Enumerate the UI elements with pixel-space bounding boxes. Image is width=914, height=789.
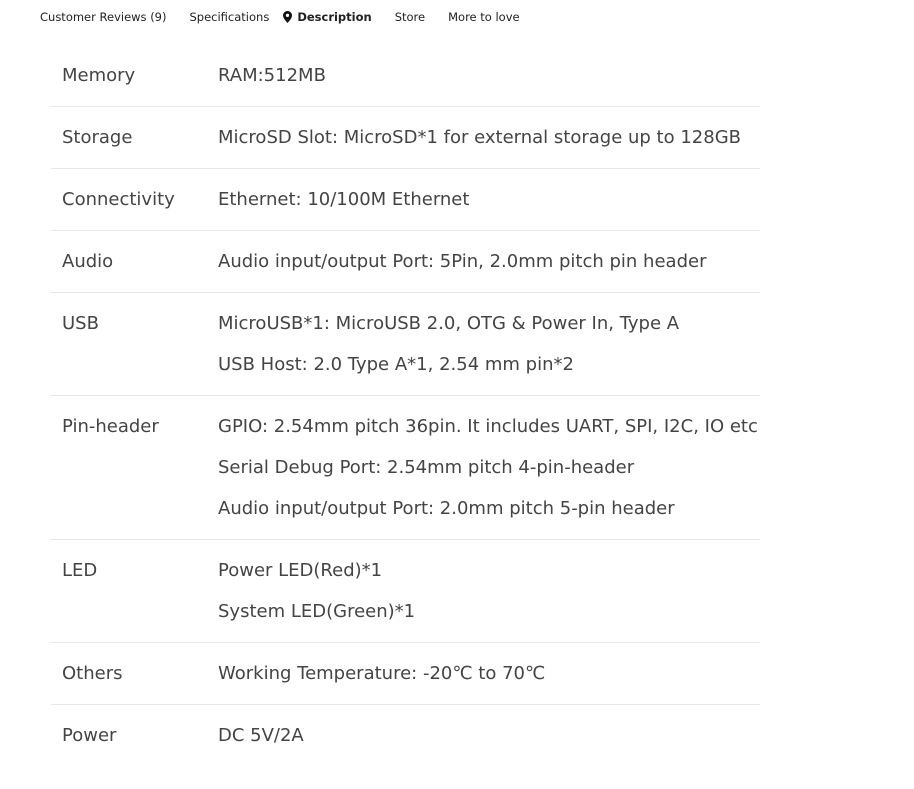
- spec-values: Ethernet: 10/100M Ethernet: [218, 188, 760, 230]
- spec-label: Connectivity: [62, 189, 175, 210]
- spec-value: DC 5V/2A: [218, 725, 304, 746]
- spec-values: Audio input/output Port: 5Pin, 2.0mm pit…: [218, 250, 760, 292]
- spec-label: Audio: [62, 251, 114, 272]
- tab-store-label: Store: [394, 10, 426, 24]
- spec-values: RAM:512MB: [218, 64, 760, 106]
- spec-label: Power: [62, 725, 117, 746]
- spec-label: Others: [62, 663, 123, 684]
- spec-values: MicroSD Slot: MicroSD*1 for external sto…: [218, 126, 760, 168]
- spec-values: DC 5V/2A: [218, 724, 760, 767]
- spec-row-connectivity: Connectivity Ethernet: 10/100M Ethernet: [51, 169, 760, 231]
- spec-value: Audio input/output Port: 5Pin, 2.0mm pit…: [218, 251, 707, 272]
- tab-specifications[interactable]: Specifications: [189, 10, 269, 24]
- spec-values: GPIO: 2.54mm pitch 36pin. It includes UA…: [218, 415, 760, 539]
- spec-row-memory: Memory RAM:512MB: [51, 45, 760, 107]
- spec-label: LED: [62, 560, 98, 581]
- spec-row-storage: Storage MicroSD Slot: MicroSD*1 for exte…: [51, 107, 760, 169]
- tab-more-to-love[interactable]: More to love: [448, 10, 519, 24]
- spec-values: Working Temperature: -20℃ to 70℃: [218, 662, 760, 704]
- spec-label: USB: [62, 313, 99, 334]
- spec-label: Storage: [62, 127, 133, 148]
- spec-value: RAM:512MB: [218, 65, 326, 86]
- spec-values: Power LED(Red)*1 System LED(Green)*1: [218, 559, 760, 642]
- specifications-table: Memory RAM:512MB Storage MicroSD Slot: M…: [51, 45, 760, 767]
- spec-label: Pin-header: [62, 416, 159, 437]
- tab-store[interactable]: Store: [395, 10, 425, 24]
- spec-value: MicroUSB*1: MicroUSB 2.0, OTG & Power In…: [218, 313, 680, 334]
- spec-value: System LED(Green)*1: [218, 601, 416, 622]
- spec-row-pin-header: Pin-header GPIO: 2.54mm pitch 36pin. It …: [51, 396, 760, 540]
- tab-specifications-label: Specifications: [189, 10, 270, 24]
- spec-value: Power LED(Red)*1: [218, 560, 383, 581]
- spec-value: GPIO: 2.54mm pitch 36pin. It includes UA…: [218, 416, 758, 437]
- spec-label: Memory: [62, 65, 136, 86]
- spec-value: Serial Debug Port: 2.54mm pitch 4-pin-he…: [218, 457, 635, 478]
- spec-row-others: Others Working Temperature: -20℃ to 70℃: [51, 643, 760, 705]
- spec-value: USB Host: 2.0 Type A*1, 2.54 mm pin*2: [218, 354, 574, 375]
- spec-row-led: LED Power LED(Red)*1 System LED(Green)*1: [51, 540, 760, 643]
- spec-row-audio: Audio Audio input/output Port: 5Pin, 2.0…: [51, 231, 760, 293]
- tab-customer-reviews[interactable]: Customer Reviews (9): [40, 10, 166, 24]
- location-pin-icon: [283, 11, 293, 23]
- spec-row-power: Power DC 5V/2A: [51, 705, 760, 767]
- tab-customer-reviews-label: Customer Reviews (9): [40, 10, 167, 24]
- spec-value: MicroSD Slot: MicroSD*1 for external sto…: [218, 127, 742, 148]
- product-tab-bar: Customer Reviews (9) Specifications Desc…: [40, 6, 520, 28]
- tab-description-label: Description: [297, 10, 372, 24]
- spec-value: Ethernet: 10/100M Ethernet: [218, 189, 470, 210]
- tab-description[interactable]: Description: [283, 10, 372, 24]
- spec-value: Audio input/output Port: 2.0mm pitch 5-p…: [218, 498, 675, 519]
- tab-more-to-love-label: More to love: [448, 10, 520, 24]
- spec-value: Working Temperature: -20℃ to 70℃: [218, 663, 546, 684]
- spec-values: MicroUSB*1: MicroUSB 2.0, OTG & Power In…: [218, 312, 760, 395]
- spec-row-usb: USB MicroUSB*1: MicroUSB 2.0, OTG & Powe…: [51, 293, 760, 396]
